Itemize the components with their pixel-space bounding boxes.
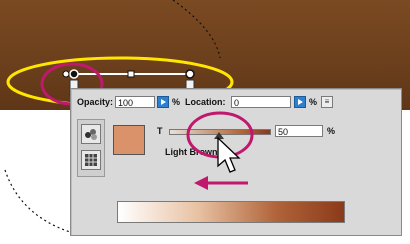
mouse-pointer-icon (217, 136, 241, 173)
annotation-overlay (186, 111, 254, 190)
left-arrow-icon (194, 176, 248, 190)
app-canvas: Opacity: 100 % Location: 0 % ≡ T 50 % Li… (0, 0, 410, 244)
